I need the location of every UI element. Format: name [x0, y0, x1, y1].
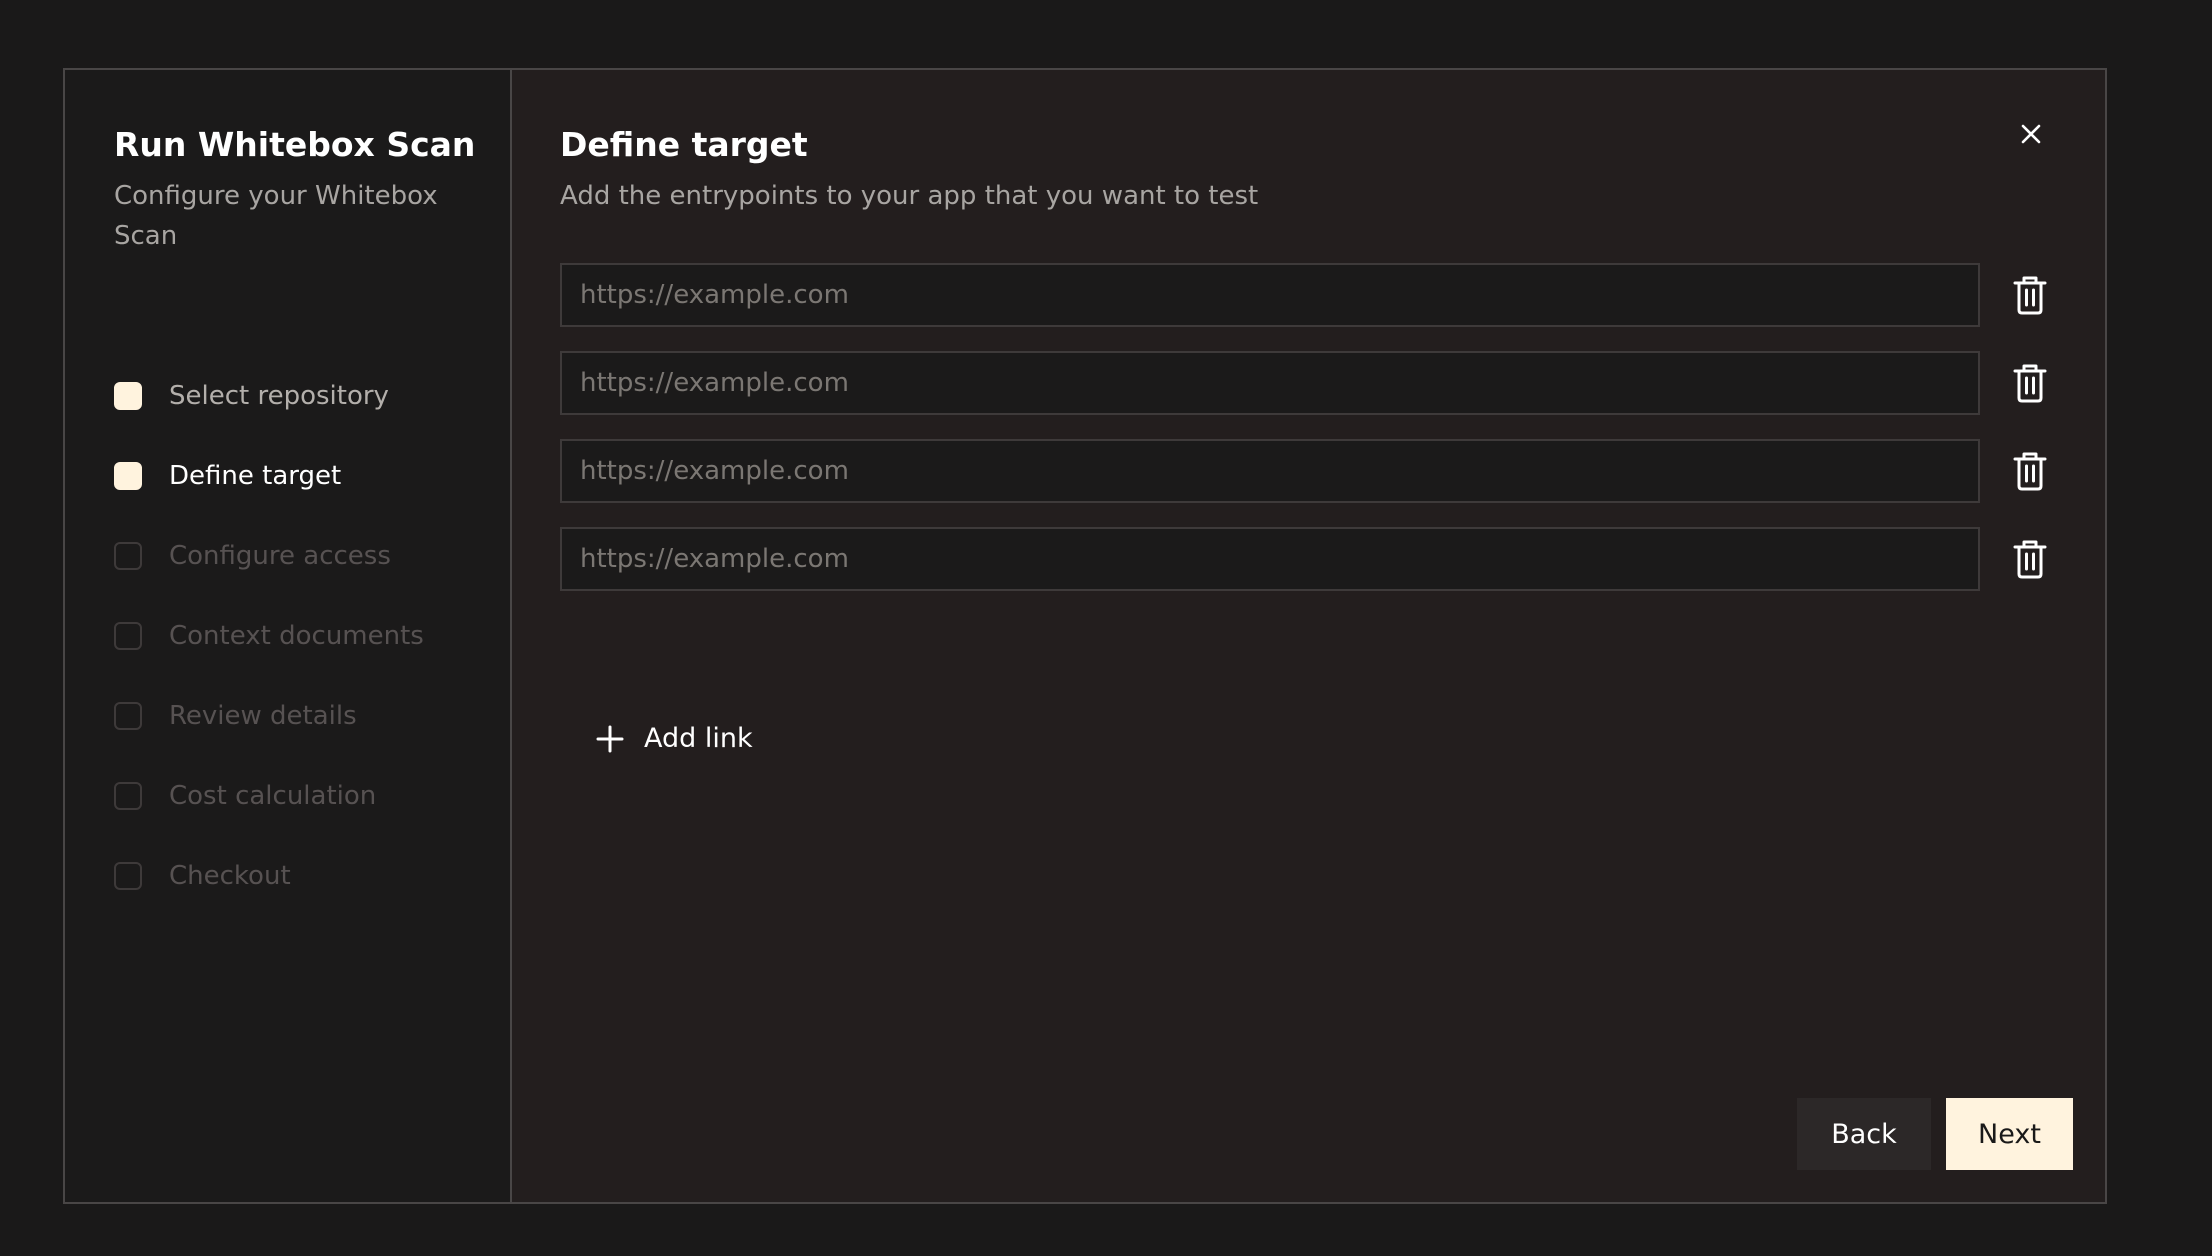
- wizard-sidebar: Run Whitebox Scan Configure your Whitebo…: [65, 70, 512, 1202]
- entrypoint-row: [560, 351, 2054, 415]
- define-target-panel: Define target Add the entrypoints to you…: [512, 70, 2105, 1202]
- run-whitebox-scan-modal: Run Whitebox Scan Configure your Whitebo…: [63, 68, 2107, 1204]
- back-button[interactable]: Back: [1797, 1098, 1931, 1170]
- entrypoint-list: [560, 263, 2054, 615]
- step-configure-access[interactable]: Configure access: [114, 540, 424, 620]
- close-icon: [2021, 124, 2041, 144]
- delete-entrypoint-button[interactable]: [2006, 447, 2054, 495]
- step-cost-calculation[interactable]: Cost calculation: [114, 780, 424, 860]
- wizard-steps: Select repository Define target Configur…: [114, 380, 424, 940]
- step-select-repository[interactable]: Select repository: [114, 380, 424, 460]
- step-checkbox: [114, 462, 142, 490]
- trash-icon: [2013, 540, 2047, 579]
- page-title: Define target: [560, 125, 808, 164]
- add-link-button[interactable]: Add link: [596, 723, 753, 754]
- step-checkbox: [114, 382, 142, 410]
- entrypoint-url-input[interactable]: [560, 351, 1980, 415]
- delete-entrypoint-button[interactable]: [2006, 535, 2054, 583]
- step-checkbox: [114, 862, 142, 890]
- sidebar-subtitle: Configure your Whitebox Scan: [114, 181, 438, 251]
- trash-icon: [2013, 364, 2047, 403]
- entrypoint-url-input[interactable]: [560, 439, 1980, 503]
- trash-icon: [2013, 452, 2047, 491]
- step-label: Select repository: [169, 381, 389, 411]
- step-review-details[interactable]: Review details: [114, 700, 424, 780]
- step-label: Define target: [169, 461, 342, 491]
- step-define-target[interactable]: Define target: [114, 460, 424, 540]
- step-checkbox: [114, 622, 142, 650]
- next-button[interactable]: Next: [1946, 1098, 2073, 1170]
- plus-icon: [596, 725, 624, 752]
- entrypoint-url-input[interactable]: [560, 527, 1980, 591]
- step-label: Checkout: [169, 861, 291, 891]
- step-context-documents[interactable]: Context documents: [114, 620, 424, 700]
- step-label: Configure access: [169, 541, 391, 571]
- entrypoint-row: [560, 263, 2054, 327]
- entrypoint-url-input[interactable]: [560, 263, 1980, 327]
- entrypoint-row: [560, 439, 2054, 503]
- step-checkout[interactable]: Checkout: [114, 860, 424, 940]
- sidebar-title: Run Whitebox Scan: [114, 125, 476, 164]
- step-checkbox: [114, 702, 142, 730]
- wizard-footer: Back Next: [1797, 1098, 2073, 1170]
- page-subtitle: Add the entrypoints to your app that you…: [560, 181, 1259, 211]
- step-label: Review details: [169, 701, 357, 731]
- trash-icon: [2013, 276, 2047, 315]
- delete-entrypoint-button[interactable]: [2006, 271, 2054, 319]
- step-label: Cost calculation: [169, 781, 377, 811]
- delete-entrypoint-button[interactable]: [2006, 359, 2054, 407]
- add-link-label: Add link: [644, 723, 753, 754]
- close-button[interactable]: [2013, 116, 2049, 152]
- entrypoint-row: [560, 527, 2054, 591]
- step-label: Context documents: [169, 621, 424, 651]
- step-checkbox: [114, 542, 142, 570]
- step-checkbox: [114, 782, 142, 810]
